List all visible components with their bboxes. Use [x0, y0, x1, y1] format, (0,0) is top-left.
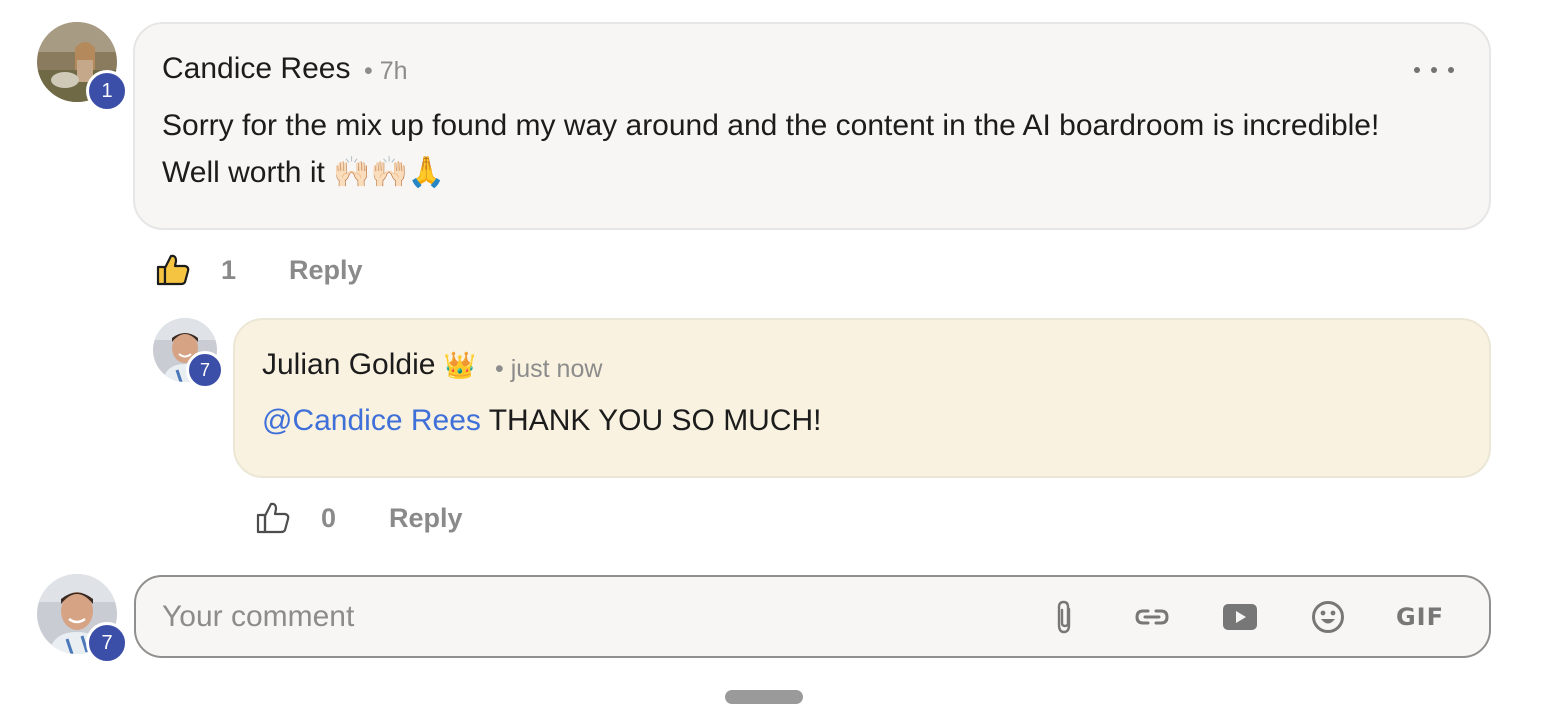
like-count: 0 — [321, 503, 337, 533]
reply-button[interactable]: Reply — [289, 255, 363, 286]
comment-text-line-1: Sorry for the mix up found my way around… — [162, 109, 1380, 142]
comment-timestamp: • 7h — [364, 57, 408, 85]
like-thumb-icon[interactable] — [154, 250, 192, 288]
comment-input[interactable] — [162, 595, 1022, 639]
like-count: 1 — [221, 255, 237, 285]
emoji-icon[interactable] — [1308, 597, 1348, 637]
home-indicator — [725, 690, 803, 704]
reply-author-name: Julian Goldie — [262, 348, 436, 381]
reply-message: THANK YOU SO MUCH! — [480, 404, 822, 437]
like-thumb-icon[interactable] — [254, 498, 292, 536]
video-icon[interactable] — [1220, 597, 1260, 637]
reply-button[interactable]: Reply — [389, 503, 463, 534]
gif-label: GIF — [1395, 603, 1445, 631]
comment-author[interactable]: Candice Rees — [162, 52, 350, 86]
crown-badge-icon: 👑 — [443, 350, 477, 380]
more-options-icon[interactable] — [1414, 58, 1454, 82]
reply-author[interactable]: Julian Goldie 👑 — [262, 348, 476, 382]
reply-text: @Candice Rees THANK YOU SO MUCH! — [262, 397, 822, 444]
mention-link[interactable]: @Candice Rees — [262, 404, 481, 437]
level-badge: 1 — [86, 70, 128, 112]
reply-timestamp: • just now — [495, 355, 603, 383]
gif-icon[interactable]: GIF — [1392, 597, 1448, 637]
link-icon[interactable] — [1132, 597, 1172, 637]
paperclip-icon[interactable] — [1044, 597, 1084, 637]
comment-composer: GIF — [134, 575, 1491, 658]
level-badge: 7 — [86, 622, 128, 664]
level-badge: 7 — [186, 351, 224, 389]
comment-text-line-2: Well worth it 🙌🏻🙌🏻🙏 — [162, 156, 446, 189]
